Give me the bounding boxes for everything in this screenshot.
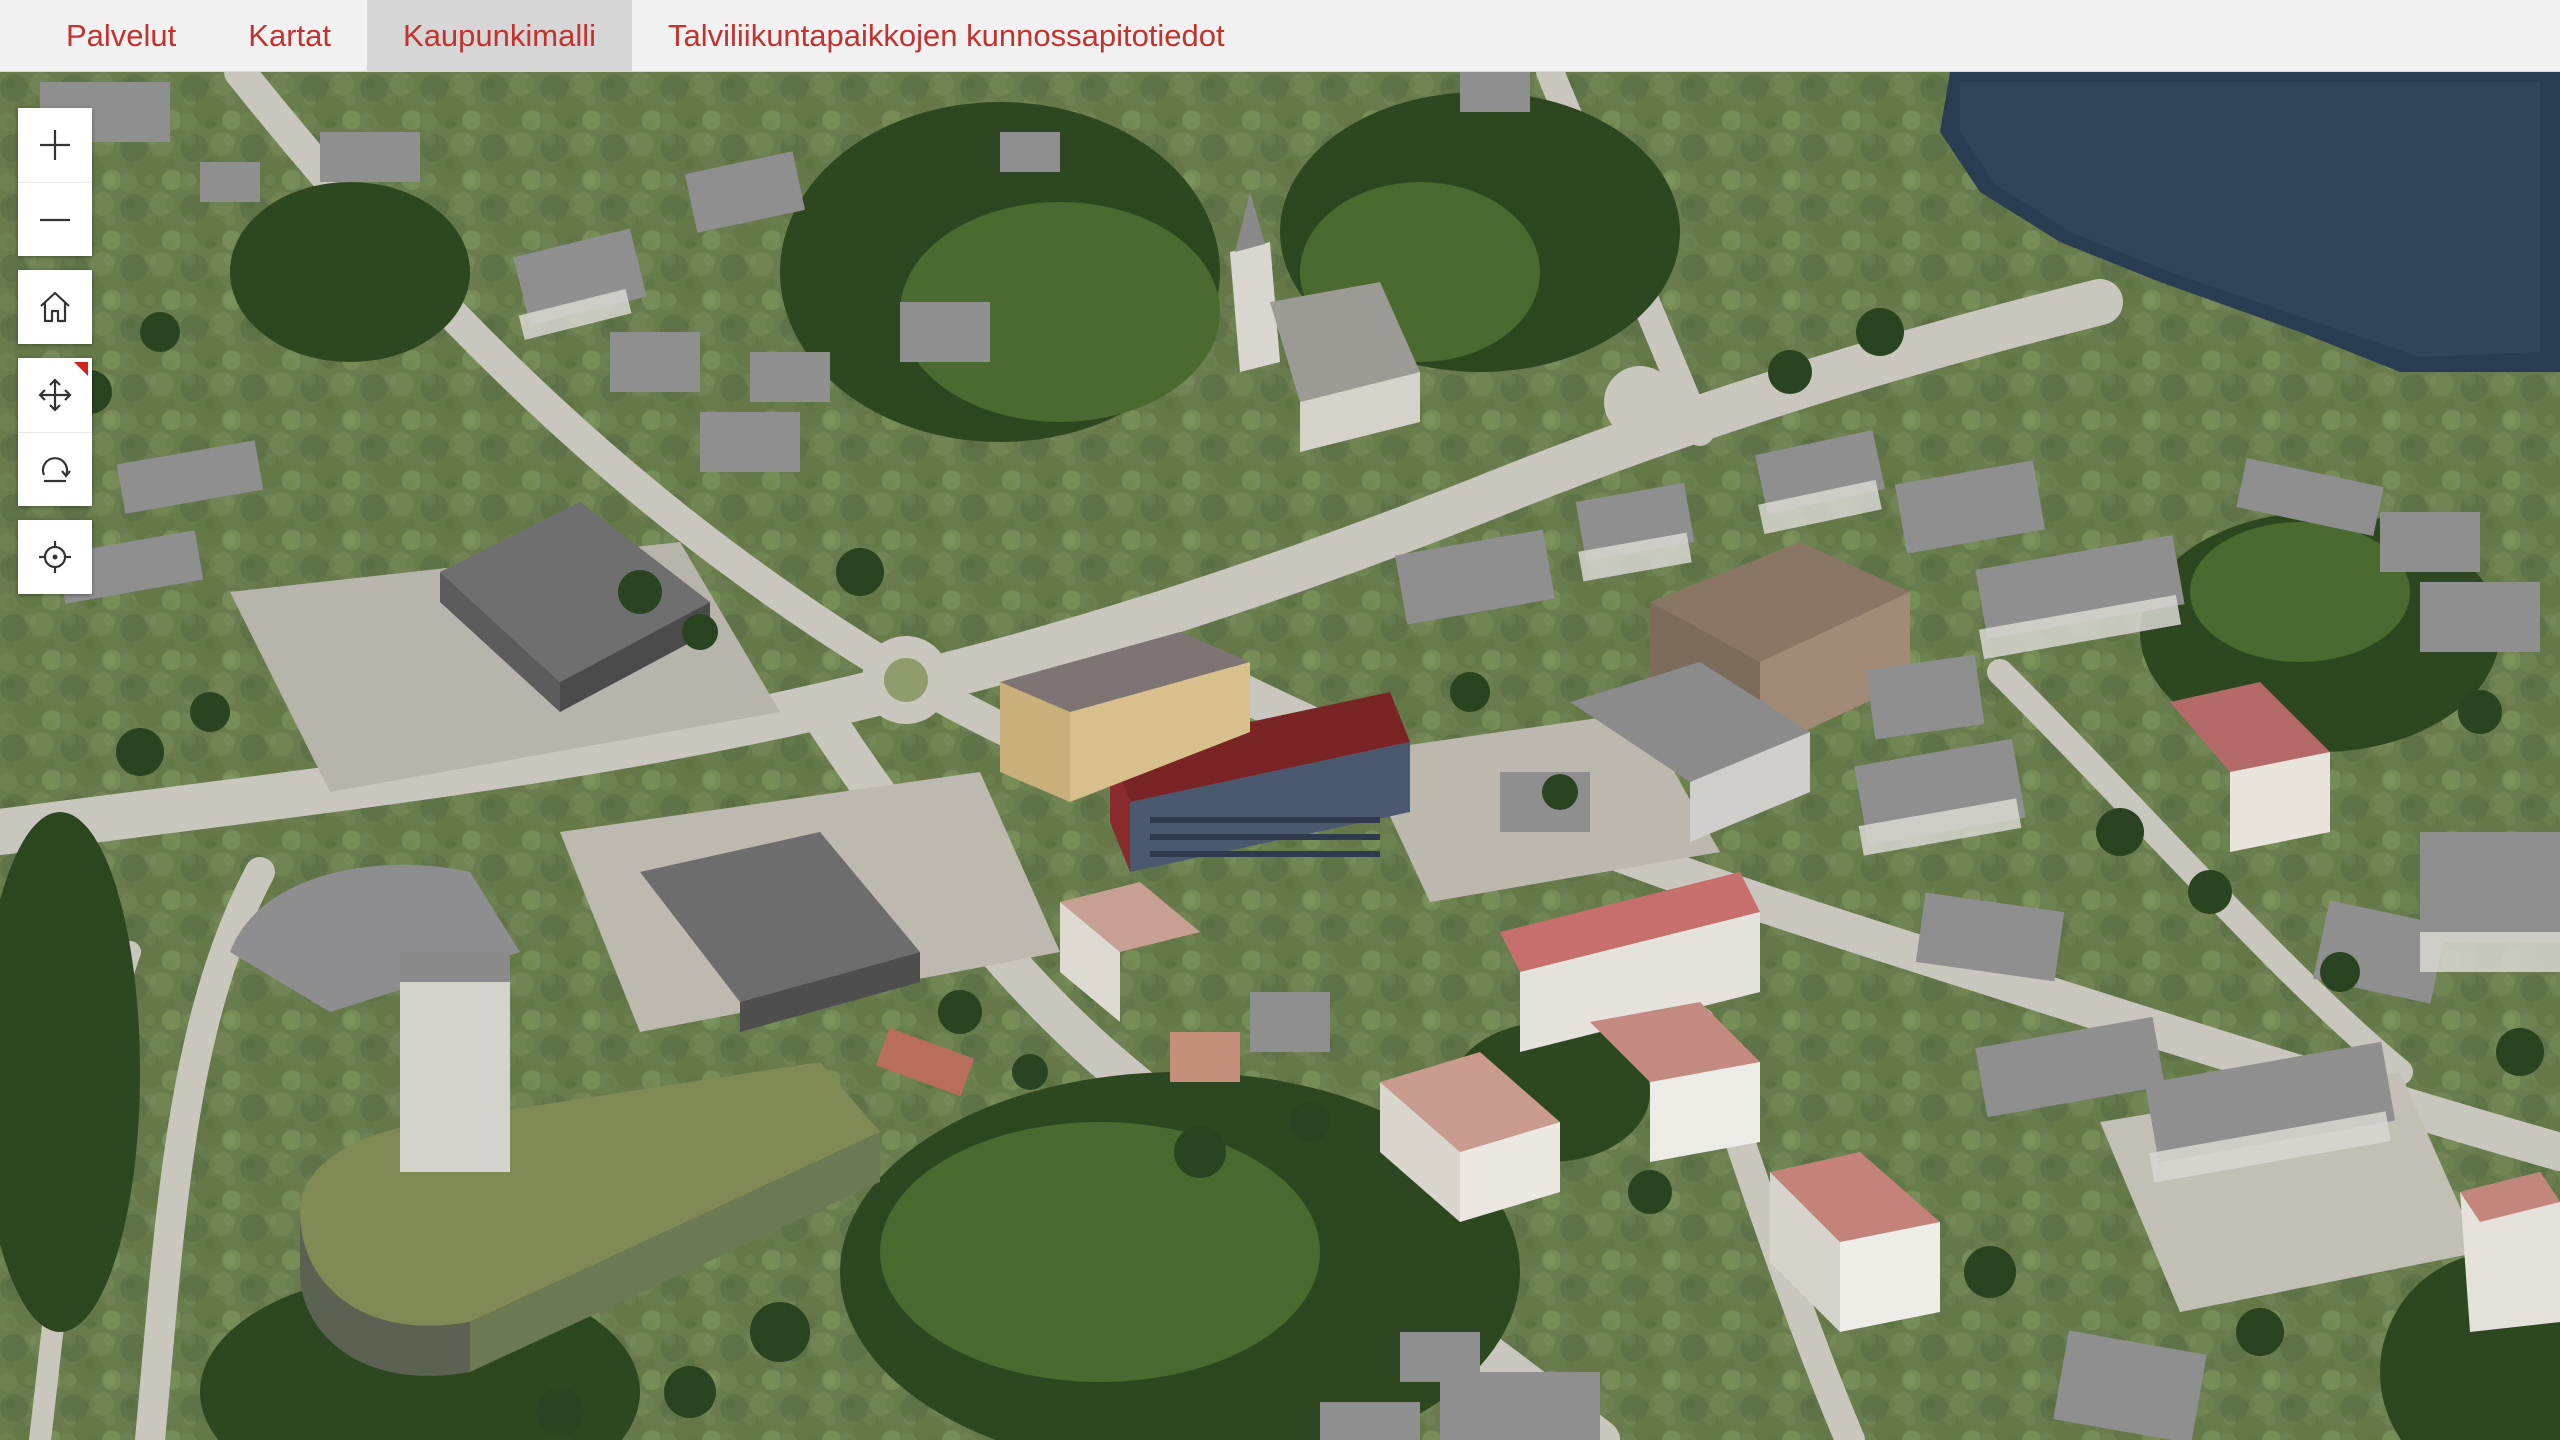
crosshair-icon [39,541,71,573]
tab-palvelut[interactable]: Palvelut [30,0,212,71]
locate-control-group [18,520,92,594]
zoom-control-group [18,108,92,256]
locate-button[interactable] [18,520,92,594]
home-icon [40,291,70,323]
rotate-mode-button[interactable] [18,432,92,506]
rotate-icon [41,456,71,482]
minus-icon [40,218,70,221]
zoom-out-button[interactable] [18,182,92,256]
map-controls [18,108,92,608]
plus-icon [40,130,70,160]
navigation-mode-group [18,358,92,506]
tab-talviliikuntapaikkojen-kunnossapitotiedot[interactable]: Talviliikuntapaikkojen kunnossapitotiedo… [632,0,1261,71]
top-navigation-bar: Palvelut Kartat Kaupunkimalli Talviliiku… [0,0,2560,72]
home-control-group [18,270,92,344]
move-arrows-icon [38,378,72,412]
city-aerial-scene [0,72,2560,1440]
tab-kaupunkimalli[interactable]: Kaupunkimalli [367,0,633,71]
active-indicator-icon [74,362,88,376]
zoom-in-button[interactable] [18,108,92,182]
city-3d-model-view[interactable] [0,72,2560,1440]
tab-kartat[interactable]: Kartat [212,0,367,71]
home-button[interactable] [18,270,92,344]
pan-mode-button[interactable] [18,358,92,432]
